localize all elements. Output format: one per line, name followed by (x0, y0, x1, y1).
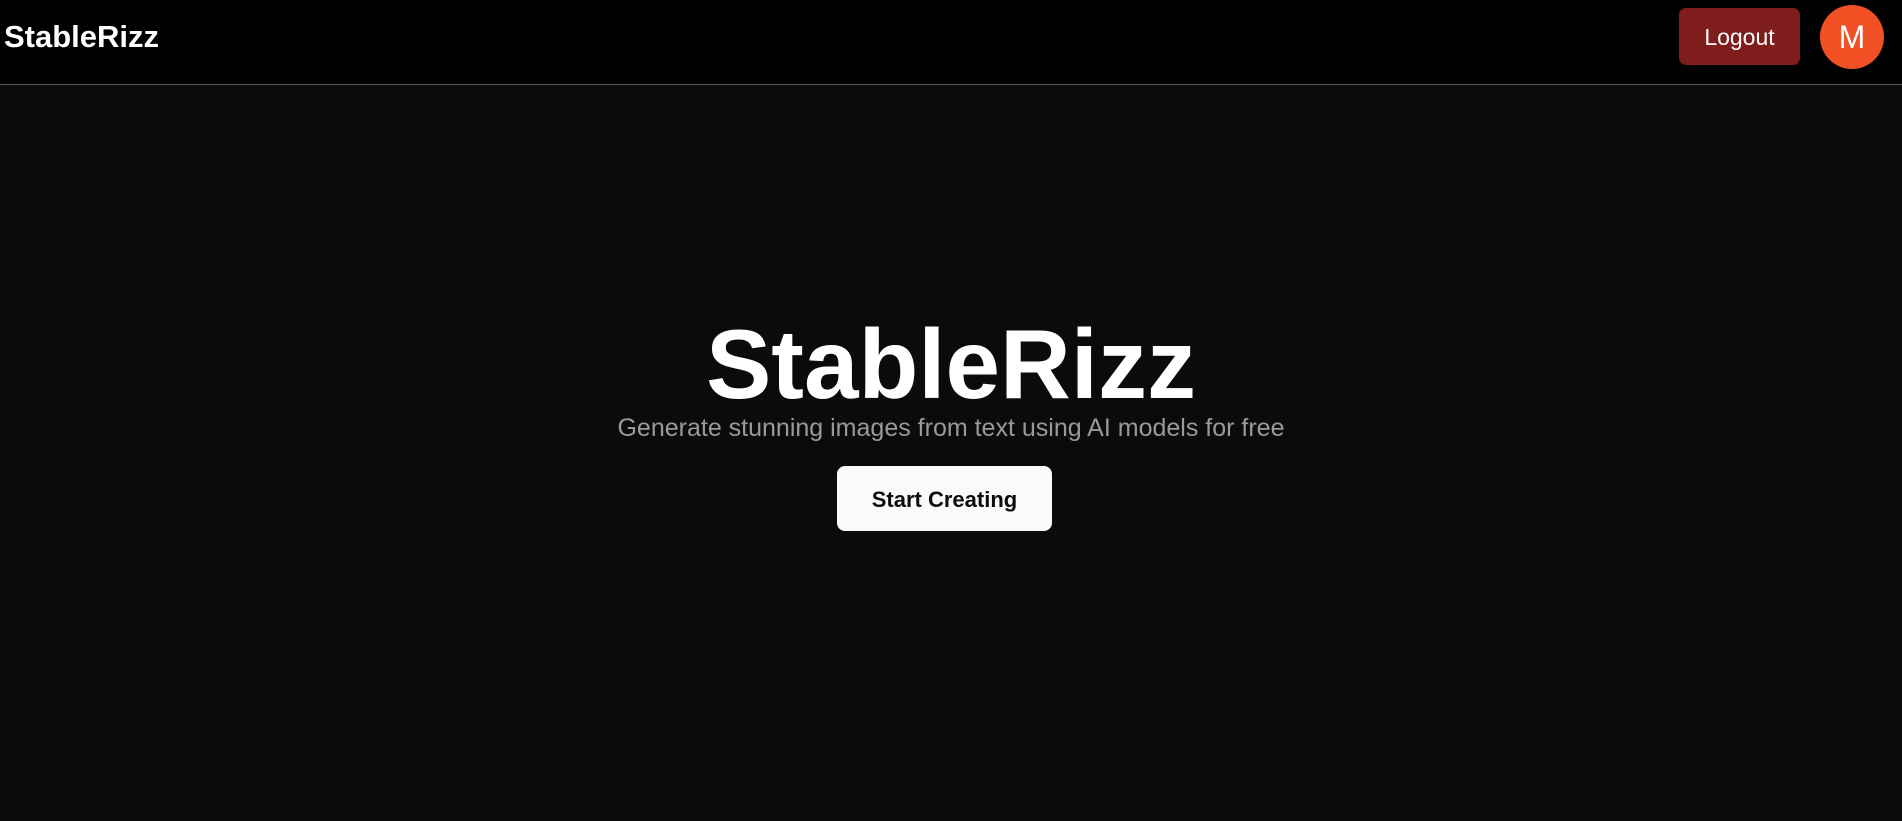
logout-button[interactable]: Logout (1679, 8, 1800, 65)
navbar: StableRizz Logout M (0, 0, 1902, 85)
hero-subtitle: Generate stunning images from text using… (617, 414, 1285, 442)
brand-logo[interactable]: StableRizz (4, 18, 159, 56)
start-creating-button[interactable]: Start Creating (837, 466, 1052, 531)
hero-section: StableRizz Generate stunning images from… (0, 86, 1902, 821)
hero-title: StableRizz (705, 309, 1197, 419)
user-avatar[interactable]: M (1820, 5, 1884, 69)
